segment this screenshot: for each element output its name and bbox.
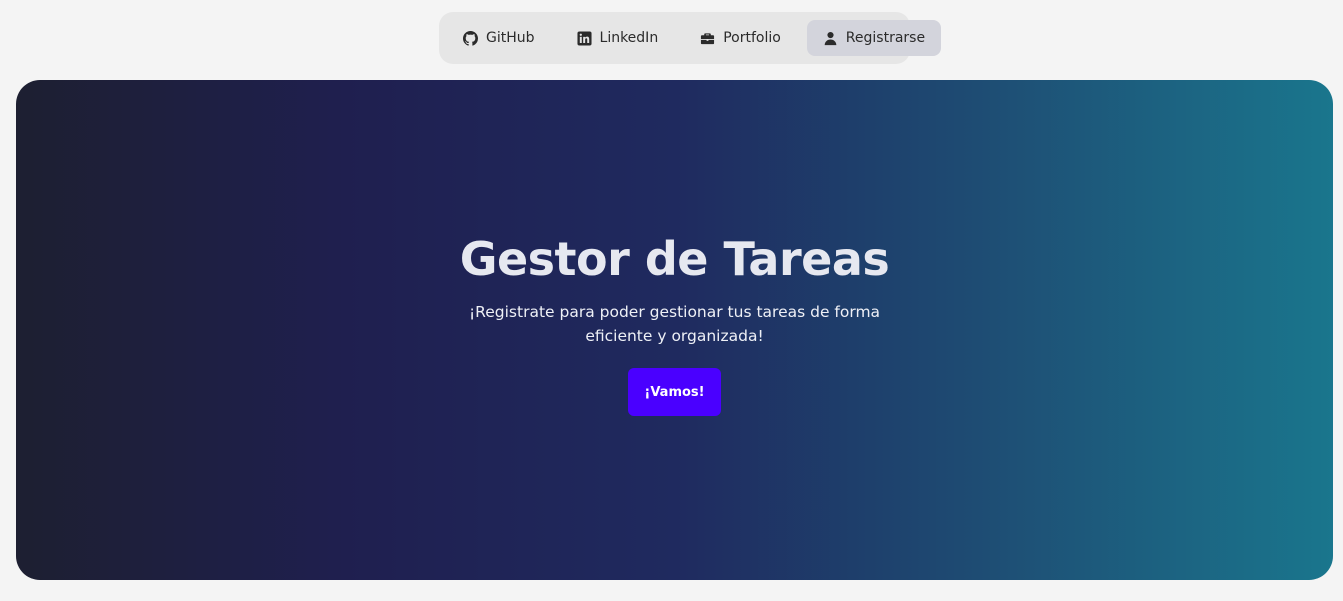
- nav-item-label: Registrarse: [845, 30, 926, 46]
- user-icon: [823, 31, 838, 46]
- nav-item-label: Portfolio: [723, 30, 781, 46]
- start-button[interactable]: ¡Vamos!: [628, 368, 721, 416]
- hero-banner: Gestor de Tareas ¡Registrate para poder …: [16, 80, 1333, 580]
- page-title: Gestor de Tareas: [459, 232, 890, 286]
- hero-subtitle: ¡Registrate para poder gestionar tus tar…: [468, 303, 881, 345]
- github-icon: [463, 30, 478, 46]
- nav-item-label: GitHub: [486, 30, 535, 46]
- nav-item-label: LinkedIn: [599, 30, 659, 46]
- nav-item-linkedin[interactable]: LinkedIn: [561, 20, 675, 56]
- briefcase-icon: [700, 31, 715, 46]
- top-nav: GitHub LinkedIn Portfolio Registrarse: [439, 12, 942, 64]
- nav-item-portfolio[interactable]: Portfolio: [684, 20, 797, 56]
- nav-item-registrarse[interactable]: Registrarse: [806, 20, 942, 56]
- nav-item-github[interactable]: GitHub: [447, 20, 551, 56]
- linkedin-icon: [576, 30, 592, 46]
